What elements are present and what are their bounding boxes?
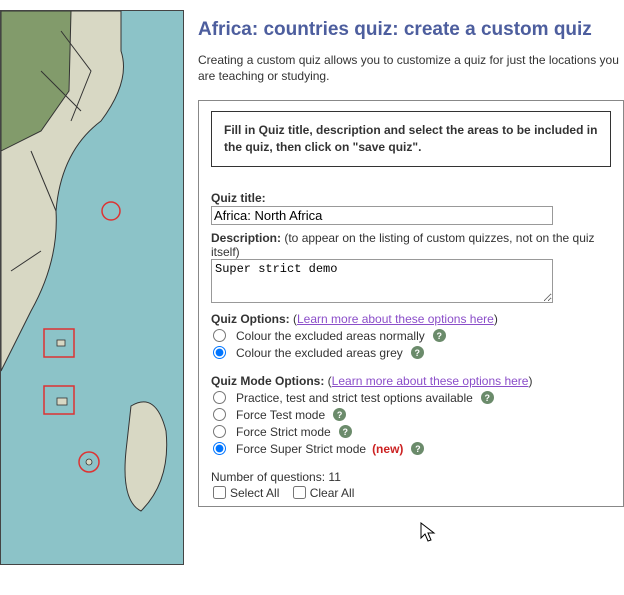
map-svg [1, 11, 184, 565]
clear-all-label: Clear All [310, 486, 355, 500]
select-all-label: Select All [230, 486, 279, 500]
quiz-options-learn-link[interactable]: Learn more about these options here [297, 312, 494, 326]
quiz-title-label: Quiz title: [211, 191, 611, 205]
mode-superstrict-label: Force Super Strict mode [236, 442, 366, 456]
mode-superstrict-radio[interactable] [213, 442, 226, 455]
help-icon[interactable]: ? [411, 346, 424, 359]
quiz-form: Fill in Quiz title, description and sele… [198, 100, 624, 507]
mode-test-label: Force Test mode [236, 408, 325, 422]
mode-strict-label: Force Strict mode [236, 425, 331, 439]
help-icon[interactable]: ? [411, 442, 424, 455]
help-icon[interactable]: ? [433, 329, 446, 342]
color-grey-label: Colour the excluded areas grey [236, 346, 403, 360]
mode-strict-radio[interactable] [213, 425, 226, 438]
description-input[interactable] [211, 259, 553, 303]
mode-practice-radio[interactable] [213, 391, 226, 404]
description-label: Description: [211, 231, 281, 245]
color-normal-radio[interactable] [213, 329, 226, 342]
quiz-options-label: Quiz Options: [211, 312, 290, 326]
help-icon[interactable]: ? [339, 425, 352, 438]
mode-options-label: Quiz Mode Options: [211, 374, 324, 388]
help-icon[interactable]: ? [481, 391, 494, 404]
quiz-title-input[interactable] [211, 206, 553, 225]
page-title: Africa: countries quiz: create a custom … [198, 18, 624, 42]
intro-text: Creating a custom quiz allows you to cus… [198, 52, 624, 84]
instruction-box: Fill in Quiz title, description and sele… [211, 111, 611, 167]
color-normal-label: Colour the excluded areas normally [236, 329, 425, 343]
mode-test-radio[interactable] [213, 408, 226, 421]
clear-all-checkbox[interactable] [293, 486, 306, 499]
africa-map[interactable] [0, 10, 184, 565]
select-all-checkbox[interactable] [213, 486, 226, 499]
help-icon[interactable]: ? [333, 408, 346, 421]
color-grey-radio[interactable] [213, 346, 226, 359]
mode-practice-label: Practice, test and strict test options a… [236, 391, 473, 405]
new-tag: (new) [372, 442, 403, 456]
num-questions-label: Number of questions: [211, 470, 328, 484]
mode-options-learn-link[interactable]: Learn more about these options here [332, 374, 529, 388]
num-questions-value: 11 [328, 470, 340, 484]
